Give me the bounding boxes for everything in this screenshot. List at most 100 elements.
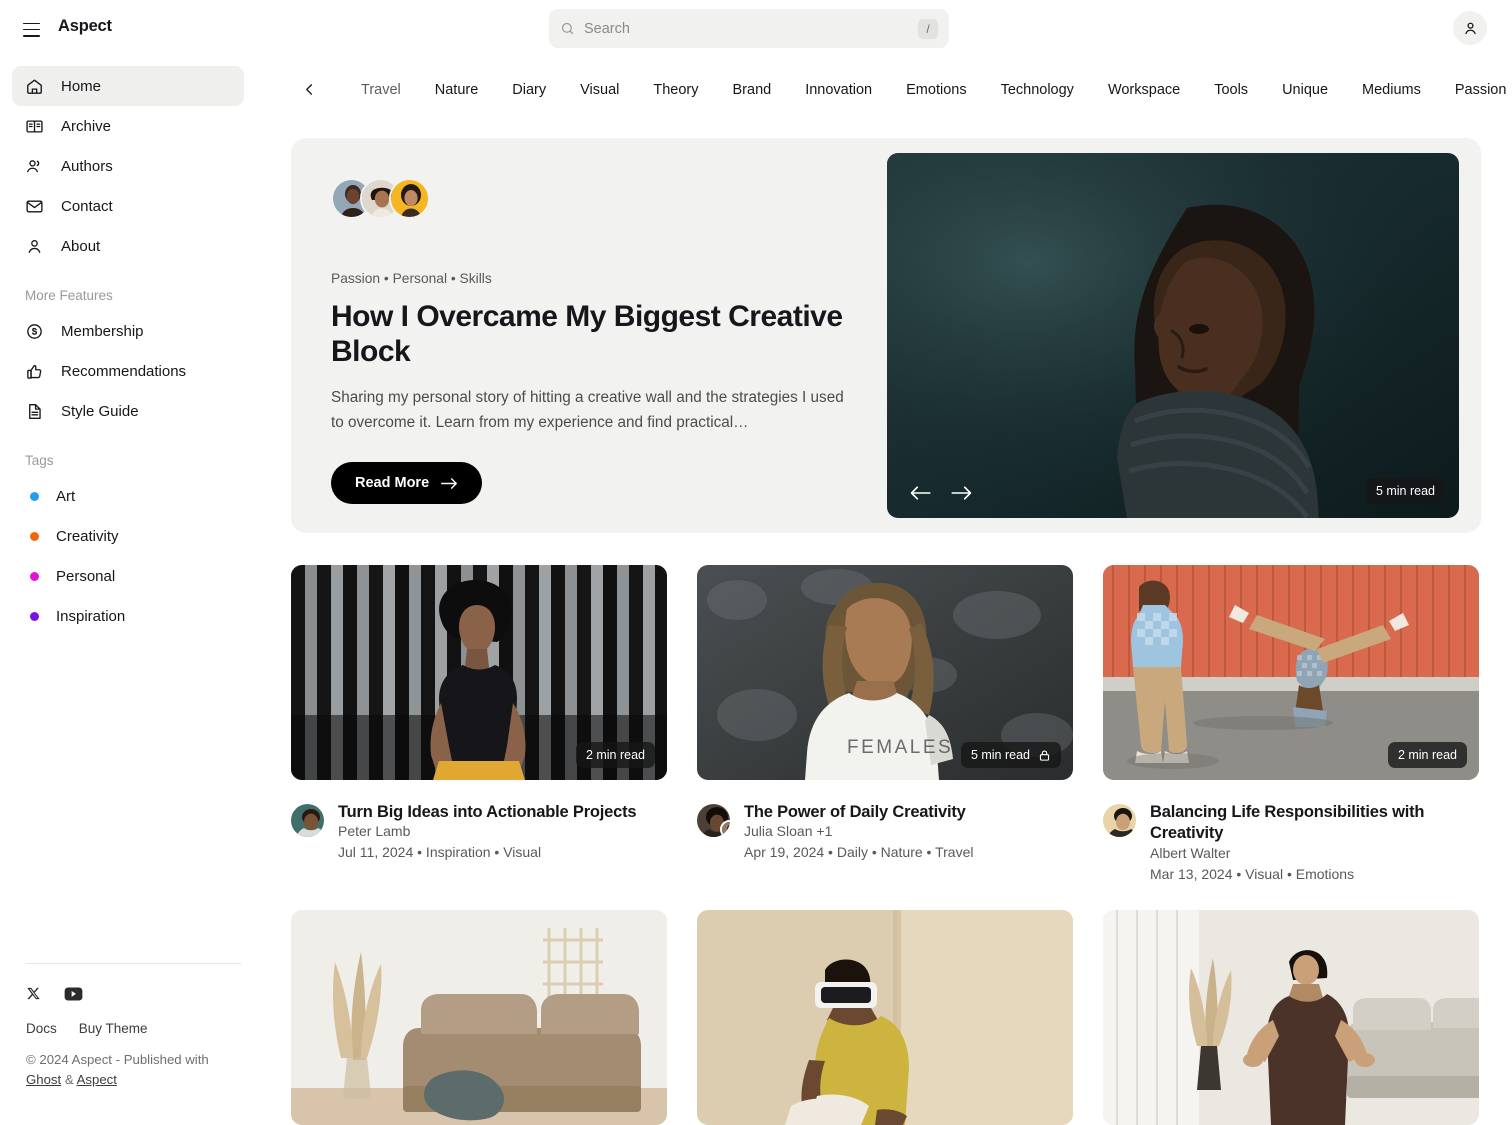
- sidebar-item-label: Recommendations: [61, 362, 187, 380]
- tag-nav-brand[interactable]: Brand: [716, 82, 789, 98]
- footer-link-buy-theme[interactable]: Buy Theme: [79, 1021, 148, 1036]
- hero-prev-button[interactable]: [909, 484, 931, 504]
- article-card-image[interactable]: 2 min read: [291, 565, 667, 780]
- more-features-label: More Features: [25, 288, 113, 303]
- article-card-text: Balancing Life Responsibilities with Cre…: [1150, 802, 1479, 882]
- lock-icon: [1039, 750, 1050, 761]
- article-card-image[interactable]: [1103, 909, 1479, 1125]
- card-photo: [1103, 909, 1479, 1125]
- tag-nav-innovation[interactable]: Innovation: [788, 82, 889, 98]
- main-content: Travel Nature Diary Visual Theory Brand …: [268, 58, 1512, 1125]
- tag-nav-travel[interactable]: Travel: [344, 82, 418, 98]
- sidebar-tag-creativity[interactable]: Creativity: [12, 516, 244, 556]
- article-card-body: The Power of Daily Creativity Julia Sloa…: [697, 802, 1073, 860]
- sidebar: Home Archive Authors Contact About More …: [0, 58, 268, 1103]
- article-card-author[interactable]: Julia Sloan +1: [744, 823, 973, 839]
- book-icon: [26, 119, 43, 133]
- article-card-image[interactable]: 2 min read: [1103, 565, 1479, 780]
- tag-nav-theory[interactable]: Theory: [636, 82, 715, 98]
- hero-carousel-controls: [909, 484, 973, 504]
- tag-nav-mediums[interactable]: Mediums: [1345, 82, 1438, 98]
- tag-nav-emotions[interactable]: Emotions: [889, 82, 983, 98]
- ghost-link[interactable]: Ghost: [26, 1072, 61, 1087]
- avatar[interactable]: [291, 804, 324, 837]
- sidebar-tag-label: Art: [56, 487, 76, 505]
- copyright-prefix: © 2024 Aspect - Published with: [26, 1052, 209, 1067]
- article-card-author[interactable]: Albert Walter: [1150, 845, 1479, 861]
- youtube-icon[interactable]: [64, 986, 83, 1001]
- tag-nav-visual[interactable]: Visual: [563, 82, 636, 98]
- article-grid: 2 min read Turn Big Ideas into Actionabl…: [291, 565, 1481, 1125]
- article-card-body: Turn Big Ideas into Actionable Projects …: [291, 802, 667, 860]
- article-card-author[interactable]: Peter Lamb: [338, 823, 636, 839]
- avatar[interactable]: [1103, 804, 1136, 837]
- hero-photo: [887, 153, 1459, 518]
- article-card-image[interactable]: [697, 909, 1073, 1125]
- search-input[interactable]: [584, 9, 918, 48]
- read-time-label: 2 min read: [585, 748, 645, 762]
- featured-article-panel: Passion • Personal • Skills How I Overca…: [291, 138, 1481, 533]
- tag-nav-tools[interactable]: Tools: [1197, 82, 1265, 98]
- author-avatar-stack: [331, 178, 849, 219]
- read-time-label: 5 min read: [970, 748, 1030, 762]
- avatar[interactable]: [389, 178, 430, 219]
- article-card-image[interactable]: FEMALES 5 min read: [697, 565, 1073, 780]
- featured-article-image[interactable]: 5 min read: [887, 153, 1459, 518]
- sidebar-item-contact[interactable]: Contact: [12, 186, 244, 226]
- article-card-title[interactable]: Turn Big Ideas into Actionable Projects: [338, 803, 637, 821]
- article-card-meta: Mar 13, 2024 • Visual • Emotions: [1150, 865, 1355, 882]
- sidebar-item-membership[interactable]: Membership: [12, 311, 244, 351]
- article-card: [697, 909, 1073, 1125]
- avatar[interactable]: [697, 804, 730, 837]
- avatar-secondary[interactable]: [720, 820, 730, 837]
- chevron-left-icon[interactable]: [296, 77, 322, 103]
- brand-title[interactable]: Aspect: [58, 17, 112, 36]
- tag-nav-technology[interactable]: Technology: [984, 82, 1091, 98]
- tag-nav-workspace[interactable]: Workspace: [1091, 82, 1197, 98]
- home-icon: [27, 78, 42, 94]
- thumbs-up-icon: [27, 364, 42, 379]
- sidebar-tag-art[interactable]: Art: [12, 476, 244, 516]
- tag-nav-nature[interactable]: Nature: [418, 82, 496, 98]
- article-card-text: Turn Big Ideas into Actionable Projects …: [338, 802, 637, 860]
- card-photo: [291, 909, 667, 1125]
- sidebar-item-style-guide[interactable]: Style Guide: [12, 391, 244, 431]
- sidebar-item-archive[interactable]: Archive: [12, 106, 244, 146]
- tag-nav-passion[interactable]: Passion: [1438, 82, 1512, 98]
- arrow-left-icon: [910, 485, 931, 500]
- tag-color-dot: [30, 491, 39, 501]
- hero-next-button[interactable]: [951, 484, 973, 504]
- read-more-button[interactable]: Read More: [331, 462, 483, 505]
- footer-links: Docs Buy Theme: [26, 1021, 241, 1036]
- sidebar-tag-personal[interactable]: Personal: [12, 556, 244, 596]
- article-card-title[interactable]: The Power of Daily Creativity: [744, 803, 966, 821]
- sidebar-tag-inspiration[interactable]: Inspiration: [12, 596, 244, 636]
- featured-article-title[interactable]: How I Overcame My Biggest Creative Block: [331, 299, 849, 369]
- footer-link-docs[interactable]: Docs: [26, 1021, 57, 1036]
- tag-nav-diary[interactable]: Diary: [495, 82, 563, 98]
- sidebar-item-recommendations[interactable]: Recommendations: [12, 351, 244, 391]
- card-photo: [697, 909, 1073, 1125]
- tag-color-dot: [30, 531, 39, 541]
- hero-read-time-label: 5 min read: [1375, 484, 1435, 498]
- hamburger-icon[interactable]: [23, 18, 45, 40]
- tag-nav-unique[interactable]: Unique: [1265, 82, 1345, 98]
- featured-article-excerpt: Sharing my personal story of hitting a c…: [331, 389, 844, 431]
- article-card-image[interactable]: [291, 909, 667, 1125]
- read-more-label: Read More: [355, 475, 430, 492]
- search-box[interactable]: /: [549, 9, 949, 48]
- account-button[interactable]: [1453, 11, 1487, 45]
- sidebar-item-about[interactable]: About: [12, 226, 244, 266]
- copyright-amp: &: [61, 1072, 77, 1088]
- sidebar-item-home[interactable]: Home: [12, 66, 244, 106]
- sidebar-item-authors[interactable]: Authors: [12, 146, 244, 186]
- aspect-link[interactable]: Aspect: [77, 1072, 117, 1087]
- document-icon: [29, 403, 41, 419]
- arrow-right-icon: [441, 477, 458, 489]
- x-icon[interactable]: [26, 986, 41, 1001]
- svg-text:FEMALES: FEMALES: [847, 737, 953, 758]
- sidebar-item-label: Authors: [61, 157, 113, 175]
- article-card-title[interactable]: Balancing Life Responsibilities with Cre…: [1150, 803, 1424, 842]
- article-card: [291, 909, 667, 1125]
- hero-read-time-badge: 5 min read: [1365, 478, 1445, 504]
